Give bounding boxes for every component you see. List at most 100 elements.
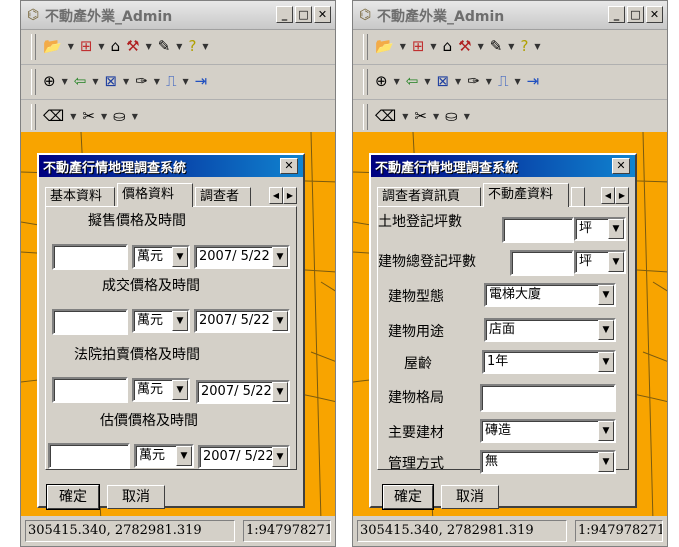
open-folder-icon[interactable]: 📂 (375, 36, 394, 56)
close-button[interactable]: ✕ (314, 6, 331, 23)
tab-scroll-right-icon[interactable]: ▶ (615, 187, 629, 204)
asking-price-input[interactable] (52, 244, 128, 270)
tab-scroll-right-icon[interactable]: ▶ (283, 187, 297, 204)
chart-icon[interactable]: ⎍ (166, 71, 177, 91)
tab-surveyor-info[interactable]: 調查者資訊頁 (377, 187, 481, 207)
layer-tool-icon[interactable]: ⌂ (111, 36, 121, 56)
measure-icon[interactable]: ✑ (135, 71, 148, 91)
appraisal-price-date-select[interactable]: 2007/ 5/22 ▼ (198, 445, 290, 469)
auction-price-date-select[interactable]: 2007/ 5/22 ▼ (196, 380, 290, 404)
minimize-button[interactable]: _ (276, 6, 293, 23)
chevron-down-icon[interactable]: ▼ (534, 42, 540, 51)
chevron-down-icon[interactable]: ▼ (68, 42, 74, 51)
ruler-icon[interactable]: ✎ (490, 36, 503, 56)
building-use-select[interactable]: 店面 ▼ (484, 318, 616, 342)
measure-icon[interactable]: ✑ (467, 71, 480, 91)
dialog-close-button[interactable]: ✕ (280, 158, 298, 174)
window-titlebar[interactable]: ⌬ 不動產外業_Admin _ □ ✕ (353, 1, 667, 30)
bucket-icon[interactable]: ⛀ (445, 106, 458, 126)
chevron-down-icon[interactable]: ▼ (123, 77, 129, 86)
tab-price-info[interactable]: 價格資料 (117, 183, 193, 207)
maximize-button[interactable]: □ (627, 6, 644, 23)
chevron-down-icon[interactable]: ▼ (92, 77, 98, 86)
back-icon[interactable]: ⇦ (406, 71, 419, 91)
auction-price-unit-select[interactable]: 萬元 ▼ (132, 378, 190, 402)
building-area-input[interactable] (510, 250, 574, 276)
chart-icon[interactable]: ⎍ (498, 71, 509, 91)
tab-scroll-left-icon[interactable]: ◀ (269, 187, 283, 204)
chevron-down-icon[interactable]: ▼ (176, 42, 182, 51)
chevron-down-icon[interactable]: ▼ (464, 112, 470, 121)
back-icon[interactable]: ⇦ (74, 71, 87, 91)
tab-basic-info[interactable]: 基本資料 (45, 187, 115, 207)
chevron-down-icon[interactable]: ▼ (70, 112, 76, 121)
dialog-close-button[interactable]: ✕ (612, 158, 630, 174)
layer-tool-icon[interactable]: ⌂ (443, 36, 453, 56)
chevron-down-icon[interactable]: ▼ (132, 112, 138, 121)
chevron-down-icon[interactable]: ▼ (486, 77, 492, 86)
asking-price-unit-select[interactable]: 萬元 ▼ (132, 245, 190, 269)
minimize-button[interactable]: _ (608, 6, 625, 23)
hammer-icon[interactable]: ⚒ (126, 36, 139, 56)
building-type-select[interactable]: 電梯大廈 ▼ (484, 283, 616, 307)
chevron-down-icon[interactable]: ▼ (478, 42, 484, 51)
scissors-icon[interactable]: ✂ (82, 106, 95, 126)
tab-scroll-left-icon[interactable]: ◀ (601, 187, 615, 204)
chevron-down-icon[interactable]: ▼ (101, 112, 107, 121)
land-area-input[interactable] (502, 217, 574, 243)
chevron-down-icon[interactable]: ▼ (455, 77, 461, 86)
deal-price-unit-select[interactable]: 萬元 ▼ (132, 309, 190, 333)
building-area-unit-select[interactable]: 坪 ▼ (574, 250, 626, 274)
help-icon[interactable]: ? (520, 36, 528, 56)
chevron-down-icon[interactable]: ▼ (394, 77, 400, 86)
chevron-down-icon[interactable]: ▼ (424, 77, 430, 86)
material-select[interactable]: 磚造 ▼ (480, 419, 616, 443)
open-folder-icon[interactable]: 📂 (43, 36, 62, 56)
scissors-icon[interactable]: ✂ (414, 106, 427, 126)
add-layer-icon[interactable]: ⊞ (80, 36, 93, 56)
zoom-extent-icon[interactable]: ⊠ (104, 71, 117, 91)
chevron-down-icon[interactable]: ▼ (182, 77, 188, 86)
management-select[interactable]: 無 ▼ (480, 450, 616, 474)
cancel-button[interactable]: 取消 (441, 485, 499, 509)
tab-property-info[interactable]: 不動產資料 (483, 183, 569, 207)
chevron-down-icon[interactable]: ▼ (430, 42, 436, 51)
hammer-icon[interactable]: ⚒ (458, 36, 471, 56)
chevron-down-icon[interactable]: ▼ (514, 77, 520, 86)
floor-plan-input[interactable] (480, 384, 616, 412)
asking-price-date-select[interactable]: 2007/ 5/22 ▼ (194, 245, 290, 269)
deal-price-input[interactable] (52, 309, 128, 335)
chevron-down-icon[interactable]: ▼ (402, 112, 408, 121)
chevron-down-icon[interactable]: ▼ (98, 42, 104, 51)
ok-button[interactable]: 確定 (382, 484, 434, 510)
dialog-titlebar[interactable]: 不動產行情地理調查系統 ✕ (371, 155, 635, 177)
eraser-icon[interactable]: ⌫ (43, 106, 64, 126)
chevron-down-icon[interactable]: ▼ (202, 42, 208, 51)
help-icon[interactable]: ? (188, 36, 196, 56)
close-button[interactable]: ✕ (646, 6, 663, 23)
bucket-icon[interactable]: ⛀ (113, 106, 126, 126)
chevron-down-icon[interactable]: ▼ (146, 42, 152, 51)
tab-surveyor[interactable]: 調查者 (195, 187, 251, 207)
ok-button[interactable]: 確定 (46, 484, 100, 510)
land-area-unit-select[interactable]: 坪 ▼ (574, 217, 626, 241)
zoom-icon[interactable]: ⊕ (375, 71, 388, 91)
tab-more[interactable] (571, 187, 585, 207)
window-titlebar[interactable]: ⌬ 不動產外業_Admin _ □ ✕ (21, 1, 335, 30)
building-age-select[interactable]: 1年 ▼ (482, 350, 616, 374)
chevron-down-icon[interactable]: ▼ (154, 77, 160, 86)
chevron-down-icon[interactable]: ▼ (62, 77, 68, 86)
ruler-icon[interactable]: ✎ (158, 36, 171, 56)
add-layer-icon[interactable]: ⊞ (412, 36, 425, 56)
chevron-down-icon[interactable]: ▼ (508, 42, 514, 51)
chevron-down-icon[interactable]: ▼ (433, 112, 439, 121)
deal-price-date-select[interactable]: 2007/ 5/22 ▼ (194, 309, 290, 333)
auction-price-input[interactable] (52, 377, 128, 403)
export-icon[interactable]: ⇥ (195, 71, 208, 91)
appraisal-price-unit-select[interactable]: 萬元 ▼ (134, 444, 194, 468)
zoom-icon[interactable]: ⊕ (43, 71, 56, 91)
dialog-titlebar[interactable]: 不動產行情地理調查系統 ✕ (39, 155, 303, 177)
chevron-down-icon[interactable]: ▼ (400, 42, 406, 51)
maximize-button[interactable]: □ (295, 6, 312, 23)
appraisal-price-input[interactable] (48, 443, 130, 469)
